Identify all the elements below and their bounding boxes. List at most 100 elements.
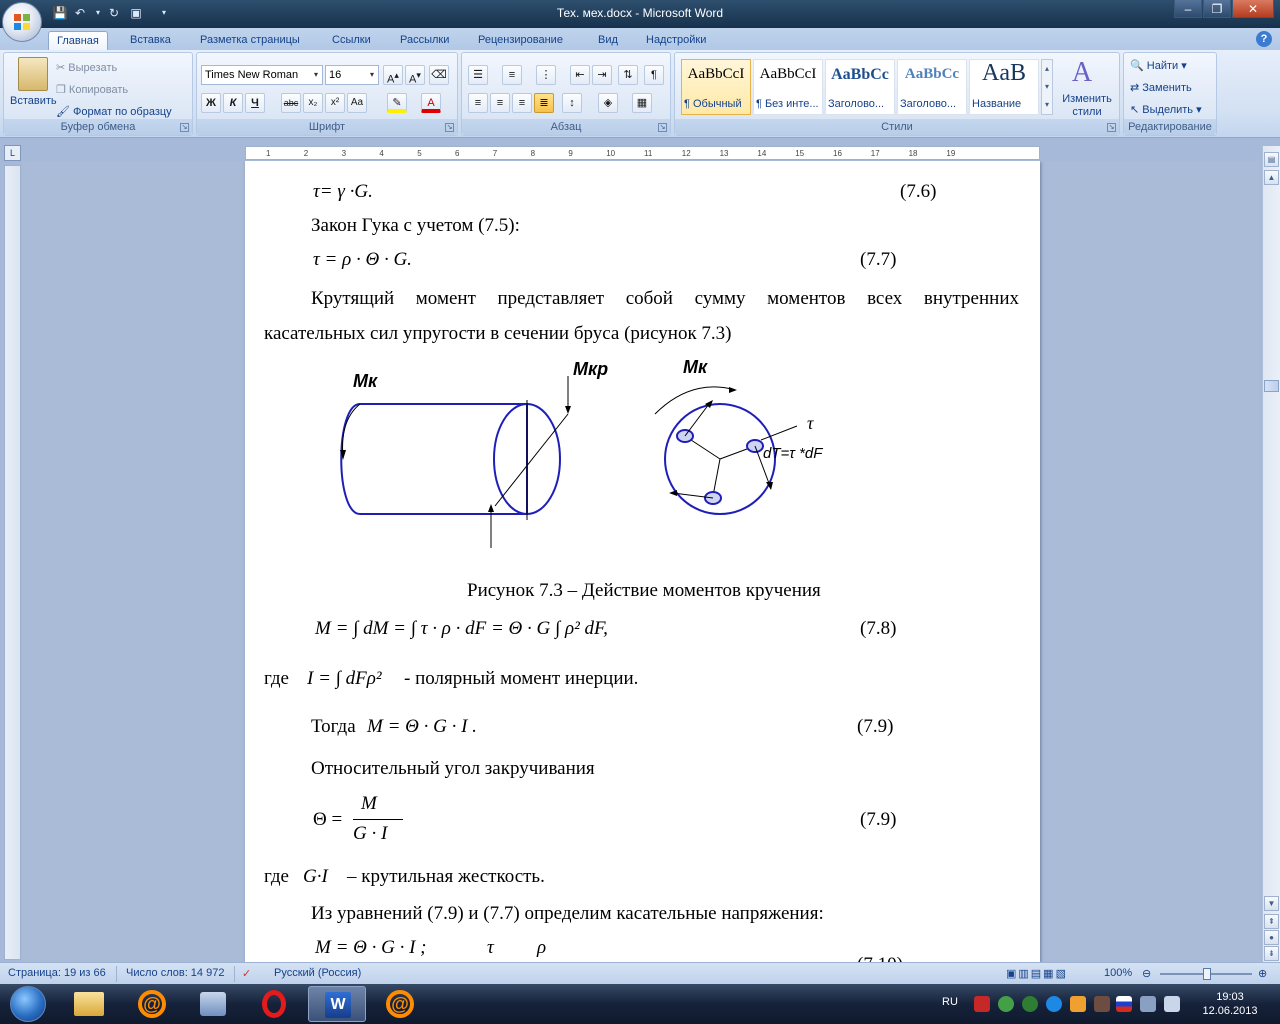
tab-addins[interactable]: Надстройки (638, 31, 714, 50)
keyboard-language[interactable]: RU (942, 996, 958, 1008)
change-styles-button[interactable]: Изменить стили (1061, 93, 1113, 119)
styles-scroll-icon[interactable]: ▴ ▾ ▾ (1041, 59, 1053, 115)
bullets-icon[interactable]: ☰ (468, 65, 488, 85)
scroll-thumb[interactable] (1264, 380, 1279, 392)
tab-review[interactable]: Рецензирование (470, 31, 571, 50)
format-painter-button[interactable]: 🖌 Формат по образцу (56, 105, 172, 118)
save-icon[interactable]: 💾 (52, 5, 68, 21)
cut-button[interactable]: ✂ Вырезать (56, 61, 117, 74)
word-taskbar-icon[interactable]: W (308, 986, 366, 1022)
sort-icon[interactable]: ⇅ (618, 65, 638, 85)
print-preview-icon[interactable]: ▣ (128, 5, 144, 21)
browse-object-icon[interactable]: ● (1264, 930, 1279, 945)
explorer-taskbar-icon[interactable] (60, 986, 118, 1022)
undo-icon[interactable]: ↶ (72, 5, 88, 21)
skype-tray-icon[interactable] (1046, 996, 1062, 1012)
tab-view[interactable]: Вид (590, 31, 626, 50)
horizontal-ruler[interactable]: 1 2 3 4 5 6 7 8 9 10 11 12 13 14 15 16 17 18 19 (245, 146, 1040, 160)
clock[interactable]: 19:03 12.06.2013 (1195, 990, 1265, 1018)
superscript-icon[interactable]: x² (325, 93, 345, 113)
tab-home[interactable]: Главная (48, 31, 108, 50)
scroll-down-icon[interactable]: ▼ (1264, 896, 1279, 911)
font-color-icon[interactable]: A (421, 93, 441, 113)
justify-icon[interactable]: ≣ (534, 93, 554, 113)
style-heading-2[interactable]: AaBbCc Заголово... (897, 59, 967, 115)
line-spacing-icon[interactable]: ↕ (562, 93, 582, 113)
find-button[interactable]: 🔍 Найти ▾ (1130, 59, 1187, 72)
zoom-slider-thumb[interactable] (1203, 968, 1211, 980)
multilevel-list-icon[interactable]: ⋮ (536, 65, 556, 85)
redo-icon[interactable]: ↻ (106, 5, 122, 21)
styles-launcher-icon[interactable]: ↘ (1107, 123, 1116, 132)
view-buttons[interactable]: ▣▥▤▦▧ (1006, 967, 1068, 980)
change-case-icon[interactable]: Aa (347, 93, 367, 113)
network-taskbar-icon[interactable] (184, 986, 242, 1022)
change-styles-icon[interactable]: A (1067, 57, 1097, 89)
tray-icon[interactable] (1094, 996, 1110, 1012)
office-button[interactable] (2, 2, 42, 42)
scroll-up-icon[interactable]: ▲ (1264, 170, 1279, 185)
close-button[interactable]: ✕ (1232, 0, 1274, 18)
subscript-icon[interactable]: x₂ (303, 93, 323, 113)
style-normal[interactable]: AaBbCcI ¶ Обычный (681, 59, 751, 115)
tab-mailings[interactable]: Рассылки (392, 31, 457, 50)
font-name-combo[interactable]: Times New Roman ▾ (201, 65, 323, 85)
antivirus-tray-icon[interactable] (974, 996, 990, 1012)
tray-icon[interactable] (1070, 996, 1086, 1012)
align-left-icon[interactable]: ≡ (468, 93, 488, 113)
undo-dropdown-icon[interactable]: ▾ (90, 5, 106, 21)
word-count[interactable]: Число слов: 14 972 (126, 967, 224, 979)
select-button[interactable]: ↖ Выделить ▾ (1130, 103, 1202, 116)
paragraph-launcher-icon[interactable]: ↘ (658, 123, 667, 132)
update-tray-icon[interactable] (1022, 996, 1038, 1012)
underline-icon[interactable]: Ч (245, 93, 265, 113)
clipboard-launcher-icon[interactable]: ↘ (180, 123, 189, 132)
mail-agent-taskbar-icon[interactable]: @ (370, 986, 428, 1022)
paste-icon[interactable] (18, 57, 48, 91)
align-right-icon[interactable]: ≡ (512, 93, 532, 113)
numbering-icon[interactable]: ≡ (502, 65, 522, 85)
bold-icon[interactable]: Ж (201, 93, 221, 113)
borders-icon[interactable]: ▦ (632, 93, 652, 113)
shading-icon[interactable]: ◈ (598, 93, 618, 113)
zoom-level[interactable]: 100% (1104, 967, 1132, 979)
spelling-check-icon[interactable]: ✓ (242, 967, 251, 980)
highlight-icon[interactable]: ✎ (387, 93, 407, 113)
copy-button[interactable]: ❐ Копировать (56, 83, 128, 96)
restore-button[interactable]: ❐ (1203, 0, 1231, 18)
clear-format-icon[interactable]: ⌫ (429, 65, 449, 85)
italic-icon[interactable]: К (223, 93, 243, 113)
page-count[interactable]: Страница: 19 из 66 (8, 967, 106, 979)
network-tray-icon[interactable] (1140, 996, 1156, 1012)
replace-button[interactable]: ⇄ Заменить (1130, 81, 1192, 94)
ruler-view-icon[interactable]: ▤ (1264, 152, 1279, 167)
vertical-ruler[interactable] (4, 165, 21, 960)
help-icon[interactable]: ? (1256, 31, 1272, 47)
icq-tray-icon[interactable] (998, 996, 1014, 1012)
mail-taskbar-icon[interactable]: @ (122, 986, 180, 1022)
tab-page-layout[interactable]: Разметка страницы (192, 31, 308, 50)
strikethrough-icon[interactable]: abc (281, 93, 301, 113)
customize-qat-icon[interactable]: ▾ (156, 5, 172, 21)
previous-page-icon[interactable]: ⇞ (1264, 914, 1279, 929)
zoom-out-icon[interactable]: ⊖ (1142, 967, 1151, 980)
font-size-combo[interactable]: 16 ▾ (325, 65, 379, 85)
flag-tray-icon[interactable] (1116, 996, 1132, 1012)
vertical-scrollbar[interactable]: ▤ ▲ ▼ ⇞ ● ⇟ (1262, 146, 1280, 962)
ruler-tab-selector-icon[interactable]: L (4, 145, 21, 161)
start-button[interactable] (4, 984, 52, 1024)
tab-references[interactable]: Ссылки (324, 31, 379, 50)
align-center-icon[interactable]: ≡ (490, 93, 510, 113)
style-no-spacing[interactable]: AaBbCcI ¶ Без инте... (753, 59, 823, 115)
minimize-button[interactable]: – (1174, 0, 1202, 18)
show-marks-icon[interactable]: ¶ (644, 65, 664, 85)
tab-insert[interactable]: Вставка (122, 31, 179, 50)
next-page-icon[interactable]: ⇟ (1264, 946, 1279, 961)
zoom-in-icon[interactable]: ⊕ (1258, 967, 1267, 980)
paste-button[interactable]: Вставить (10, 95, 57, 107)
volume-tray-icon[interactable] (1164, 996, 1180, 1012)
grow-font-icon[interactable]: A▴ (383, 65, 403, 86)
increase-indent-icon[interactable]: ⇥ (592, 65, 612, 85)
font-launcher-icon[interactable]: ↘ (445, 123, 454, 132)
decrease-indent-icon[interactable]: ⇤ (570, 65, 590, 85)
